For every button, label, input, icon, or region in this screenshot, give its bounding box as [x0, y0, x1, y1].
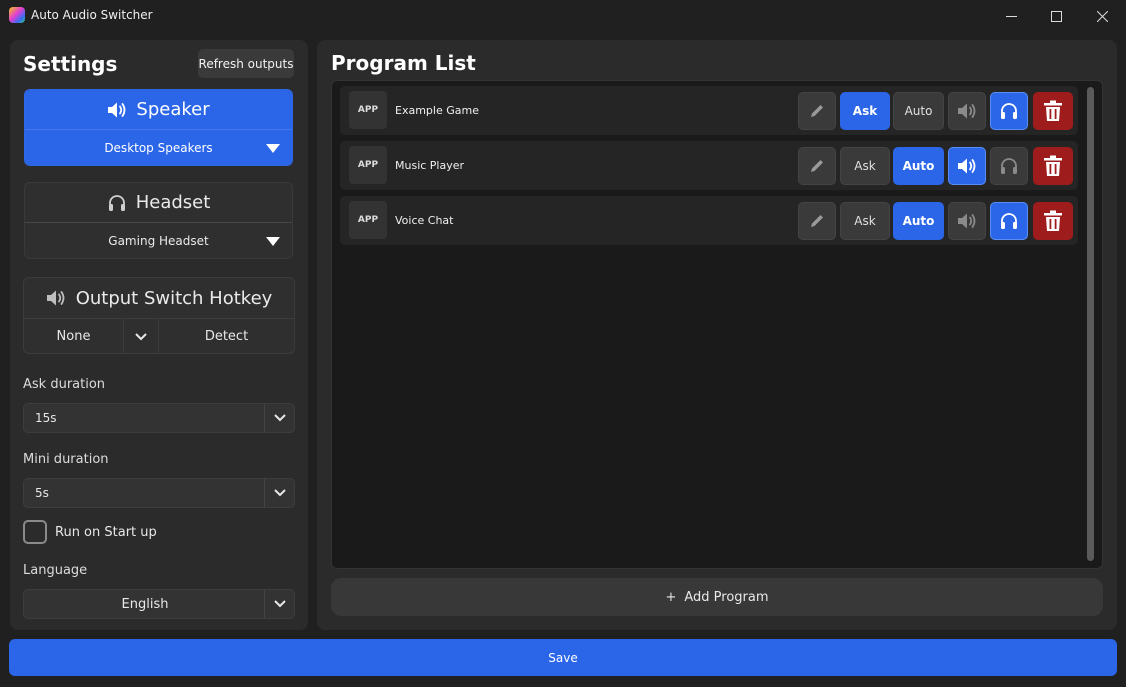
headphones-icon: [1001, 158, 1017, 174]
speaker-icon: [46, 290, 65, 306]
app-logo-icon: [9, 7, 25, 23]
save-button[interactable]: Save: [9, 639, 1117, 676]
output-switch-hotkey: Output Switch Hotkey None Detect: [23, 277, 295, 354]
plus-icon: +: [665, 589, 677, 605]
delete-button[interactable]: [1033, 92, 1073, 130]
run-on-startup-checkbox[interactable]: [23, 520, 47, 544]
ask-mode-button[interactable]: Ask: [840, 147, 890, 185]
app-icon: APP: [349, 91, 387, 129]
ask-mode-button[interactable]: Ask: [840, 92, 890, 130]
speaker-title: Speaker: [136, 99, 210, 120]
headset-select-button[interactable]: Headset: [25, 183, 292, 222]
minimize-icon: [1005, 15, 1017, 17]
speaker-card: Speaker Desktop Speakers: [24, 89, 293, 166]
speaker-device-value: Desktop Speakers: [104, 140, 213, 155]
speaker-icon: [958, 103, 976, 119]
maximize-icon: [1050, 10, 1062, 22]
language-label: Language: [23, 563, 88, 578]
auto-mode-button[interactable]: Auto: [893, 202, 944, 240]
program-name: Voice Chat: [395, 214, 454, 227]
title-bar: Auto Audio Switcher: [0, 0, 1126, 32]
caret-down-icon: [266, 237, 280, 246]
settings-heading: Settings: [23, 52, 118, 76]
speaker-output-button[interactable]: [948, 147, 986, 185]
hotkey-title: Output Switch Hotkey: [75, 287, 273, 309]
auto-mode-button[interactable]: Auto: [893, 147, 944, 185]
run-on-startup-label: Run on Start up: [55, 524, 157, 540]
headset-device-value: Gaming Headset: [108, 233, 209, 248]
headset-output-button[interactable]: [990, 147, 1028, 185]
add-program-button[interactable]: + Add Program: [331, 578, 1103, 616]
speaker-output-button[interactable]: [948, 92, 986, 130]
close-button[interactable]: [1079, 0, 1125, 32]
hotkey-value[interactable]: None: [24, 319, 123, 353]
chevron-down-icon: [273, 600, 286, 608]
mini-duration-label: Mini duration: [23, 452, 109, 467]
ask-mode-button[interactable]: Ask: [840, 202, 890, 240]
speaker-icon: [958, 158, 976, 174]
app-icon: APP: [349, 201, 387, 239]
run-on-startup-row: Run on Start up: [23, 520, 157, 544]
speaker-icon: [958, 213, 976, 229]
headphones-icon: [108, 194, 125, 211]
edit-button[interactable]: [798, 202, 836, 240]
headset-title: Headset: [135, 192, 211, 213]
headset-output-button[interactable]: [990, 202, 1028, 240]
program-row-voice-chat: APP Voice Chat Ask Auto: [340, 196, 1078, 245]
language-dropdown-button[interactable]: [264, 590, 294, 618]
ask-duration-label: Ask duration: [23, 377, 106, 392]
ask-duration-dropdown-button[interactable]: [264, 404, 294, 432]
mini-duration-dropdown-button[interactable]: [264, 479, 294, 507]
detect-button[interactable]: Detect: [159, 319, 294, 353]
chevron-down-icon: [273, 414, 286, 422]
close-icon: [1096, 10, 1108, 22]
program-list-scrollbar[interactable]: [1087, 87, 1094, 561]
delete-button[interactable]: [1033, 202, 1073, 240]
speaker-icon: [108, 102, 126, 117]
minimize-button[interactable]: [988, 0, 1034, 32]
edit-button[interactable]: [798, 147, 836, 185]
pencil-icon: [811, 160, 823, 172]
headset-card: Headset Gaming Headset: [24, 182, 293, 259]
mini-duration-value: 5s: [35, 486, 49, 500]
pencil-icon: [811, 105, 823, 117]
headphones-icon: [1001, 103, 1017, 119]
ask-duration-value: 15s: [35, 411, 57, 425]
caret-down-icon: [266, 144, 280, 153]
hotkey-dropdown-button[interactable]: [123, 319, 159, 353]
refresh-outputs-button[interactable]: Refresh outputs: [198, 49, 294, 78]
pencil-icon: [811, 215, 823, 227]
ask-duration-select[interactable]: 15s: [23, 403, 295, 433]
language-value: English: [121, 597, 169, 612]
headset-device-dropdown[interactable]: Gaming Headset: [25, 222, 292, 258]
speaker-output-button[interactable]: [948, 202, 986, 240]
chevron-down-icon: [273, 489, 286, 497]
trash-icon: [1044, 100, 1062, 121]
speaker-device-dropdown[interactable]: Desktop Speakers: [25, 129, 292, 165]
add-program-label: Add Program: [684, 589, 769, 605]
delete-button[interactable]: [1033, 147, 1073, 185]
mini-duration-select[interactable]: 5s: [23, 478, 295, 508]
program-row-music-player: APP Music Player Ask Auto: [340, 141, 1078, 190]
window-title: Auto Audio Switcher: [31, 8, 153, 22]
edit-button[interactable]: [798, 92, 836, 130]
speaker-select-button[interactable]: Speaker: [25, 90, 292, 129]
language-select[interactable]: English: [23, 589, 295, 619]
program-list-heading: Program List: [331, 51, 476, 75]
trash-icon: [1044, 155, 1062, 176]
program-name: Music Player: [395, 159, 465, 172]
program-name: Example Game: [395, 104, 479, 117]
trash-icon: [1044, 210, 1062, 231]
auto-mode-button[interactable]: Auto: [893, 92, 944, 130]
headset-output-button[interactable]: [990, 92, 1028, 130]
app-icon: APP: [349, 146, 387, 184]
maximize-button[interactable]: [1033, 0, 1079, 32]
program-row-example-game: APP Example Game Ask Auto: [340, 86, 1078, 135]
headphones-icon: [1001, 213, 1017, 229]
chevron-down-icon: [135, 332, 147, 340]
hotkey-header: Output Switch Hotkey: [24, 278, 294, 318]
